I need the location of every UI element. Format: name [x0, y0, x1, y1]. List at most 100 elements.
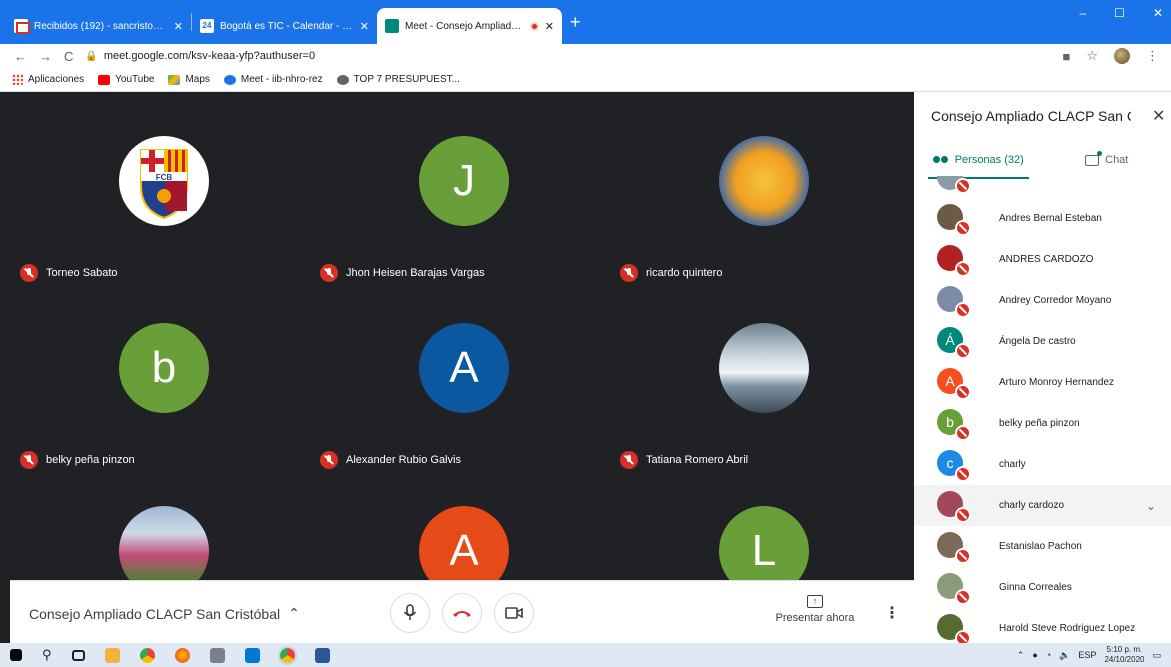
participant-list: Andres Bernal Esteban ANDRES CARDOZO And… — [914, 176, 1171, 643]
participant-row[interactable]: Á Ángela De castro — [914, 321, 1171, 362]
leave-call-button[interactable] — [442, 593, 482, 633]
participant-row[interactable]: Estanislao Pachon — [914, 526, 1171, 567]
search-icon[interactable]: ⚲ — [42, 647, 52, 663]
bookmark-star-icon[interactable]: ☆ — [1086, 48, 1098, 64]
tab-close-icon[interactable]: ✕ — [360, 20, 369, 33]
tab-close-icon[interactable]: ✕ — [545, 20, 554, 33]
participant-name: Ángela De castro — [999, 336, 1076, 347]
chrome-active-icon[interactable] — [277, 645, 297, 665]
url-field[interactable]: 🔒 meet.google.com/ksv-keaa-yfp?authuser=… — [85, 50, 1050, 62]
bookmark-label: Maps — [185, 74, 210, 85]
participant-tile[interactable]: J Jhon Heisen Barajas Vargas — [314, 136, 614, 316]
mic-off-icon — [955, 343, 971, 359]
participant-name: Andrey Corredor Moyano — [999, 295, 1112, 306]
tab-gmail[interactable]: Recibidos (192) - sancristobal@ ✕ — [6, 8, 191, 44]
bookmarks-bar: Aplicaciones YouTube Maps Meet - iib-nhr… — [0, 68, 1171, 92]
reload-icon[interactable]: C — [64, 49, 73, 64]
panel-title: Consejo Ampliado CLACP San Cri... — [931, 108, 1131, 124]
participant-name-text: Tatiana Romero Abril — [646, 454, 749, 466]
calendar-icon: 24 — [200, 19, 214, 33]
tab-calendar[interactable]: 24 Bogotá es TIC - Calendar - sábad ✕ — [192, 8, 377, 44]
participant-row[interactable]: c charly — [914, 444, 1171, 485]
photo-avatar — [719, 323, 809, 413]
camera-button[interactable] — [494, 593, 534, 633]
tab-close-icon[interactable]: ✕ — [174, 20, 183, 33]
volume-icon[interactable]: 🔈 — [1059, 650, 1070, 661]
participant-row[interactable]: charly cardozo ⌄ — [914, 485, 1171, 526]
mic-off-icon — [955, 589, 971, 605]
meeting-details-toggle[interactable]: Consejo Ampliado CLACP San Cristóbal ⌃ — [29, 605, 300, 622]
participant-tile[interactable]: A — [314, 506, 614, 580]
back-arrow-icon[interactable]: ← — [14, 49, 27, 64]
participant-name: Arturo Monroy Hernandez — [999, 377, 1115, 388]
participant-row[interactable]: A Arturo Monroy Hernandez — [914, 362, 1171, 403]
window-controls: – ☐ ✕ — [1079, 6, 1163, 20]
participant-tile[interactable] — [14, 506, 314, 580]
close-window-button[interactable]: ✕ — [1153, 6, 1163, 20]
mic-off-icon — [320, 451, 338, 469]
clock[interactable]: 5:10 p. m. 24/10/2020 — [1104, 645, 1144, 665]
mic-off-icon — [955, 630, 971, 643]
close-panel-icon[interactable]: ✕ — [1152, 106, 1165, 126]
participant-row[interactable]: Andrey Corredor Moyano — [914, 280, 1171, 321]
profile-avatar[interactable] — [1114, 48, 1130, 64]
participant-name-text: Alexander Rubio Galvis — [346, 454, 461, 466]
globe-icon — [336, 74, 349, 85]
notifications-icon[interactable]: ▭ — [1152, 650, 1161, 661]
participant-tile[interactable]: Tatiana Romero Abril — [614, 323, 914, 503]
app-icon[interactable] — [209, 647, 225, 663]
chevron-down-icon[interactable]: ⌄ — [1146, 499, 1156, 513]
browser-menu-icon[interactable]: ⋮ — [1146, 48, 1159, 64]
windows-start-icon[interactable] — [10, 649, 22, 661]
participant-tile[interactable]: L — [614, 506, 914, 580]
participant-tile[interactable]: b belky peña pinzon — [14, 323, 314, 503]
photo-avatar — [119, 506, 209, 580]
mic-off-icon — [955, 548, 971, 564]
participant-row[interactable]: Ginna Correales — [914, 567, 1171, 608]
address-bar-actions: ■ ☆ ⋮ — [1062, 48, 1171, 64]
bookmark-meet[interactable]: Meet - iib-nhro-rez — [223, 74, 323, 85]
tab-people-label: Personas (32) — [954, 154, 1024, 166]
bookmark-top7[interactable]: TOP 7 PRESUPUEST... — [336, 74, 460, 85]
lock-icon: 🔒 — [85, 50, 98, 62]
bookmark-label: YouTube — [115, 74, 155, 85]
new-tab-button[interactable]: + — [570, 12, 581, 33]
microphone-button[interactable] — [390, 593, 430, 633]
tab-chat[interactable]: Chat — [1043, 144, 1171, 176]
fcb-crest-avatar: FCB — [119, 136, 209, 226]
participant-name-text: Jhon Heisen Barajas Vargas — [346, 267, 485, 279]
microphone-tray-icon[interactable]: ● — [1032, 650, 1037, 660]
minimize-button[interactable]: – — [1079, 6, 1086, 20]
bookmark-maps[interactable]: Maps — [168, 74, 210, 85]
word-icon[interactable] — [314, 647, 330, 663]
participant-tile[interactable]: ricardo quintero — [614, 136, 914, 316]
language-indicator[interactable]: ESP — [1078, 650, 1096, 660]
tab-people[interactable]: Personas (32) — [914, 144, 1043, 179]
participant-row[interactable]: Harold Steve Rodriguez Lopez — [914, 608, 1171, 643]
task-view-icon[interactable] — [71, 649, 85, 661]
camera-indicator-icon[interactable]: ■ — [1062, 49, 1070, 64]
bookmark-apps[interactable]: Aplicaciones — [12, 74, 84, 85]
more-options-icon[interactable]: ⋮ — [884, 603, 900, 623]
firefox-icon[interactable] — [174, 647, 190, 663]
participant-row[interactable]: Andres Bernal Esteban — [914, 198, 1171, 239]
tab-title: Meet - Consejo Ampliado CL — [405, 20, 524, 32]
network-icon[interactable]: ◔ — [1046, 650, 1051, 660]
chevron-up-icon[interactable]: ⌃ — [1017, 650, 1025, 661]
forward-arrow-icon[interactable]: → — [39, 49, 52, 64]
participant-name: ricardo quintero — [620, 264, 722, 282]
participant-row[interactable]: b belky peña pinzon — [914, 403, 1171, 444]
bookmark-youtube[interactable]: YouTube — [98, 74, 154, 85]
file-explorer-icon[interactable] — [104, 647, 120, 663]
participant-row[interactable]: ANDRES CARDOZO — [914, 239, 1171, 280]
participant-tile[interactable]: FCB Torneo Sabato — [14, 136, 314, 316]
chrome-icon[interactable] — [139, 647, 155, 663]
tab-chat-label: Chat — [1105, 154, 1129, 166]
mail-icon[interactable] — [244, 647, 260, 663]
participant-tile[interactable]: A Alexander Rubio Galvis — [314, 323, 614, 503]
present-now-button[interactable]: ↑ Presentar ahora — [772, 595, 858, 624]
participant-row[interactable] — [914, 176, 1171, 197]
maximize-button[interactable]: ☐ — [1114, 6, 1125, 20]
participant-name: Andres Bernal Esteban — [999, 213, 1102, 224]
tab-meet[interactable]: Meet - Consejo Ampliado CL ✕ — [377, 8, 562, 44]
